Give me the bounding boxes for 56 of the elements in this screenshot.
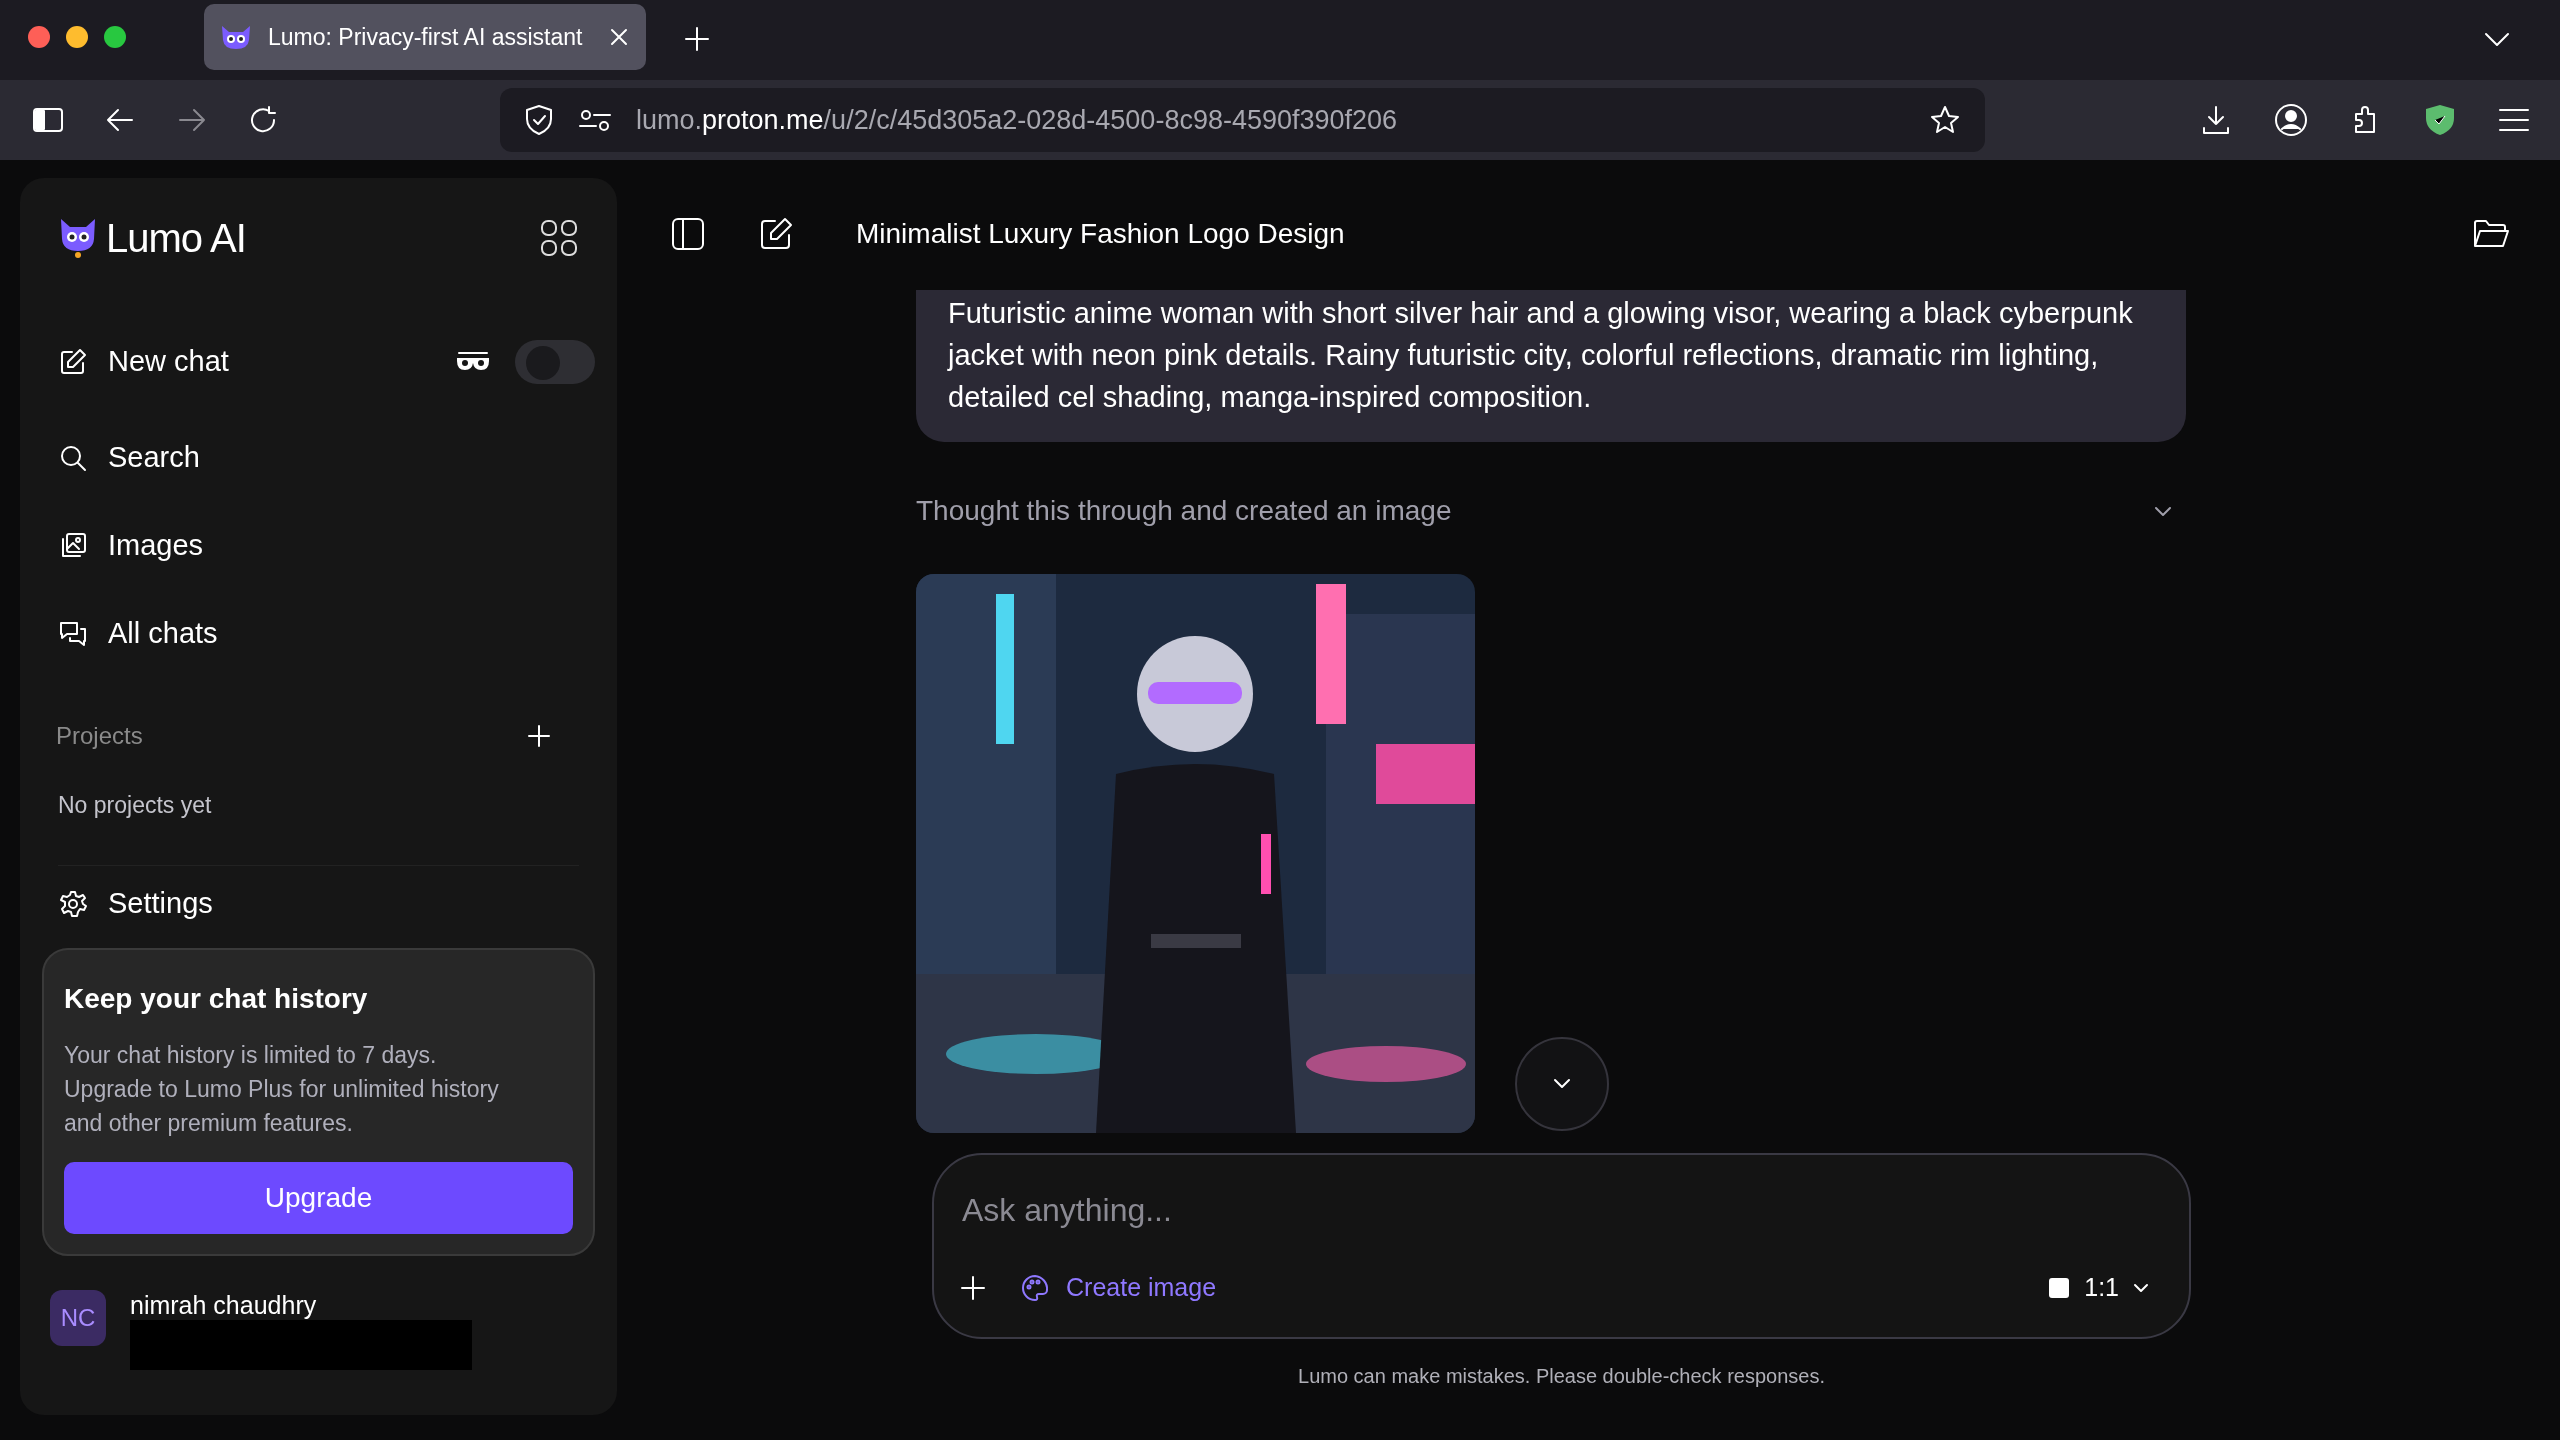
square-icon — [2048, 1276, 2071, 1299]
create-image-button[interactable]: Create image — [1020, 1269, 1217, 1307]
chevron-down-icon — [2133, 1282, 2149, 1293]
sidebar-item[interactable]: Settings — [42, 865, 595, 942]
brand-name: Lumo AI — [106, 215, 246, 262]
menu-icon[interactable] — [2498, 107, 2530, 133]
window-control-icon[interactable] — [104, 26, 126, 48]
add-icon[interactable] — [960, 1274, 986, 1301]
card-text: Your chat history is limited to 7 days. Upgrade to Lumo Plus for unlimited history and other premium features. — [64, 1040, 500, 1138]
sidebar-icon[interactable] — [32, 105, 64, 135]
shield-check-icon[interactable] — [2424, 103, 2456, 137]
cat-logo-icon — [220, 24, 252, 50]
aspect-ratio-dropdown[interactable]: 1:1 — [2048, 1269, 2149, 1307]
empty-state-text: No projects yet — [57, 791, 213, 820]
star-icon[interactable] — [1929, 104, 1961, 136]
cat-logo-icon — [58, 217, 98, 259]
sidebar-icon[interactable] — [670, 216, 706, 252]
user-name: nimrah chaudhry — [130, 1289, 318, 1320]
window-control-icon[interactable] — [28, 26, 50, 48]
account-icon[interactable] — [2274, 103, 2308, 137]
add-icon[interactable] — [527, 724, 551, 748]
chevron-down-icon — [1552, 1078, 1572, 1090]
tab-title: Lumo: Privacy-first AI assistant — [268, 22, 584, 52]
user-avatar[interactable]: NC — [50, 1289, 106, 1346]
message-composer[interactable]: Ask anything... Create image 1:1 — [932, 1153, 2191, 1339]
sidebar-item[interactable]: Images — [42, 502, 595, 590]
address-bar[interactable]: lumo.proton.me/u/2/c/45d305a2-028d-4500-8c98-4590f390f206 — [500, 88, 1985, 152]
shield-icon — [524, 104, 554, 136]
search-icon — [58, 443, 88, 473]
disclaimer-text: Lumo can make mistakes. Please double-check responses. — [1297, 1364, 1826, 1389]
sidebar-item[interactable]: Search — [42, 414, 595, 502]
new-tab-icon[interactable] — [684, 26, 710, 52]
chevron-down-icon — [2154, 505, 2172, 517]
url-text: lumo.proton.me/u/2/c/45d305a2-028d-4500-8c98-4590f390f206 — [636, 103, 1399, 137]
chat-bubbles-icon — [58, 619, 88, 649]
apps-grid-icon[interactable] — [539, 218, 579, 258]
edit-icon[interactable] — [758, 216, 794, 252]
download-icon[interactable] — [2200, 104, 2232, 136]
thought-toggle[interactable]: Thought this through and created an image — [916, 490, 2186, 532]
ghost-mode-toggle[interactable] — [515, 340, 595, 384]
chat-title: Minimalist Luxury Fashion Logo Design — [856, 217, 1345, 251]
window-control-icon[interactable] — [66, 26, 88, 48]
settings-icon — [58, 888, 88, 919]
palette-icon — [1020, 1272, 1050, 1303]
card-title: Keep your chat history — [64, 981, 369, 1016]
section-heading: Projects — [56, 721, 143, 751]
sidebar-item[interactable]: All chats — [42, 590, 595, 678]
message-input[interactable]: Ask anything... — [960, 1185, 2149, 1235]
browser-tab[interactable]: Lumo: Privacy-first AI assistant — [204, 4, 646, 70]
edit-icon — [58, 347, 88, 377]
tab-list-icon[interactable] — [2484, 32, 2510, 48]
upgrade-button[interactable]: Upgrade — [64, 1161, 573, 1234]
prompt-message: Futuristic anime woman with short silver hair and a glowing visor, wearing a black cyberpunk jacket with neon pink details. Rainy futuristic city, colorful reflections, dramatic rim lighting, detailed cel shading, manga-inspired composition. — [916, 290, 2186, 442]
close-icon[interactable] — [608, 26, 630, 48]
permissions-icon — [578, 108, 612, 132]
sidebar-item[interactable]: New chat — [42, 318, 455, 406]
